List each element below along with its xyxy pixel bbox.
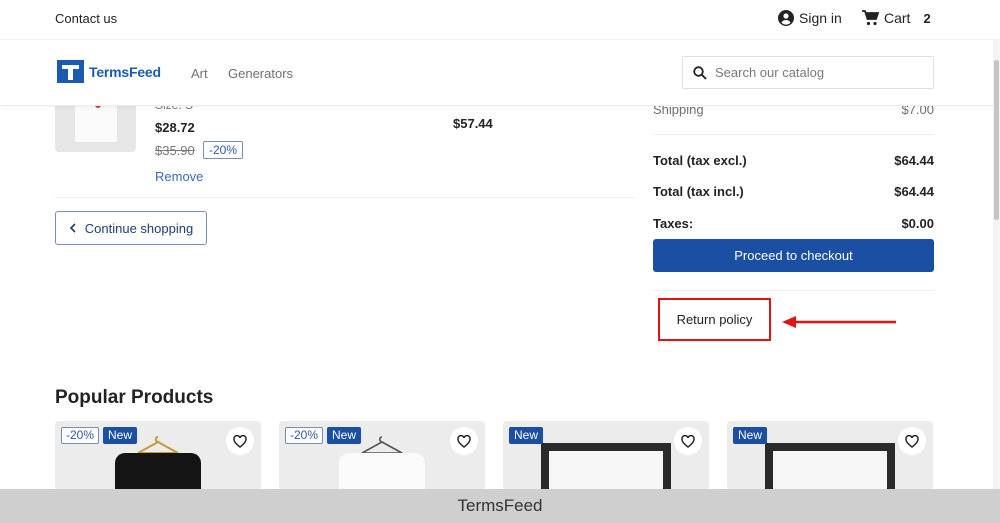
product-badges: New [733,427,768,444]
contact-us-link[interactable]: Contact us [55,11,117,26]
continue-shopping-button[interactable]: Continue shopping [55,211,207,245]
site-header: TermsFeed Art Generators [0,40,1000,106]
hanger-image [359,435,405,455]
divider [653,290,934,291]
new-badge: New [327,427,362,444]
search-icon [693,65,707,80]
heart-icon [681,434,695,448]
search-input[interactable] [715,65,915,80]
total-incl-row: Total (tax incl.) $64.44 [653,184,934,199]
heart-icon [233,434,247,448]
product-badges: -20% New [61,427,138,444]
logo[interactable]: TermsFeed [57,60,161,83]
divider [653,134,934,135]
remove-item-link[interactable]: Remove [155,169,203,184]
product-image [541,443,671,491]
product-badges: -20% New [285,427,362,444]
total-incl-value: $64.44 [894,184,934,199]
chevron-left-icon [69,223,76,233]
wishlist-button[interactable] [450,427,478,455]
total-incl-label: Total (tax incl.) [653,184,744,199]
return-policy-link[interactable]: Return policy [658,298,771,341]
top-bar: Contact us Sign in Cart 2 [0,0,1000,40]
product-price: $28.72 [155,120,195,135]
new-badge: New [733,427,768,444]
total-excl-row: Total (tax excl.) $64.44 [653,153,934,168]
scrollbar-thumb[interactable] [994,60,999,220]
popular-products-title: Popular Products [55,387,214,408]
sign-in-label: Sign in [799,10,842,26]
nav-item-generators[interactable]: Generators [228,66,293,81]
page-scrollbar[interactable] [993,40,1000,489]
product-card[interactable]: New [503,421,709,491]
user-icon [778,10,794,26]
discount-badge: -20% [285,427,324,444]
search-box [682,56,934,89]
heart-icon [905,434,919,448]
product-card[interactable]: -20% New [55,421,261,491]
product-card[interactable]: -20% New [279,421,485,491]
proceed-to-checkout-button[interactable]: Proceed to checkout [653,239,934,272]
new-badge: New [509,427,544,444]
line-total: $57.44 [453,116,493,131]
cart-count: 2 [923,10,931,26]
wishlist-button[interactable] [898,427,926,455]
taxes-row: Taxes: $0.00 [653,216,934,231]
product-regular-price: $35.90 [155,143,195,158]
discount-badge: -20% [61,427,100,444]
cart-label: Cart [884,10,911,26]
taxes-value: $0.00 [901,216,934,231]
nav-item-art[interactable]: Art [191,66,208,81]
cart-icon [862,10,879,26]
hanger-image [135,435,181,455]
watermark-footer: TermsFeed [0,489,1000,523]
wishlist-button[interactable] [674,427,702,455]
sign-in-link[interactable]: Sign in [778,10,842,26]
wishlist-button[interactable] [226,427,254,455]
logo-mark-icon [57,60,84,83]
heart-icon [457,434,471,448]
cart-link[interactable]: Cart 2 [862,10,931,26]
continue-shopping-label: Continue shopping [84,220,194,236]
taxes-label: Taxes: [653,216,694,231]
product-image [765,443,895,491]
product-image [339,453,425,491]
return-policy-label: Return policy [676,312,753,327]
total-excl-value: $64.44 [894,153,934,168]
new-badge: New [103,427,138,444]
discount-badge: -20% [203,141,244,159]
highlight-arrow-icon [782,316,896,328]
product-image [115,453,201,491]
product-badges: New [509,427,544,444]
total-excl-label: Total (tax excl.) [653,153,747,168]
product-card[interactable]: New [727,421,933,491]
logo-text: TermsFeed [89,63,161,80]
